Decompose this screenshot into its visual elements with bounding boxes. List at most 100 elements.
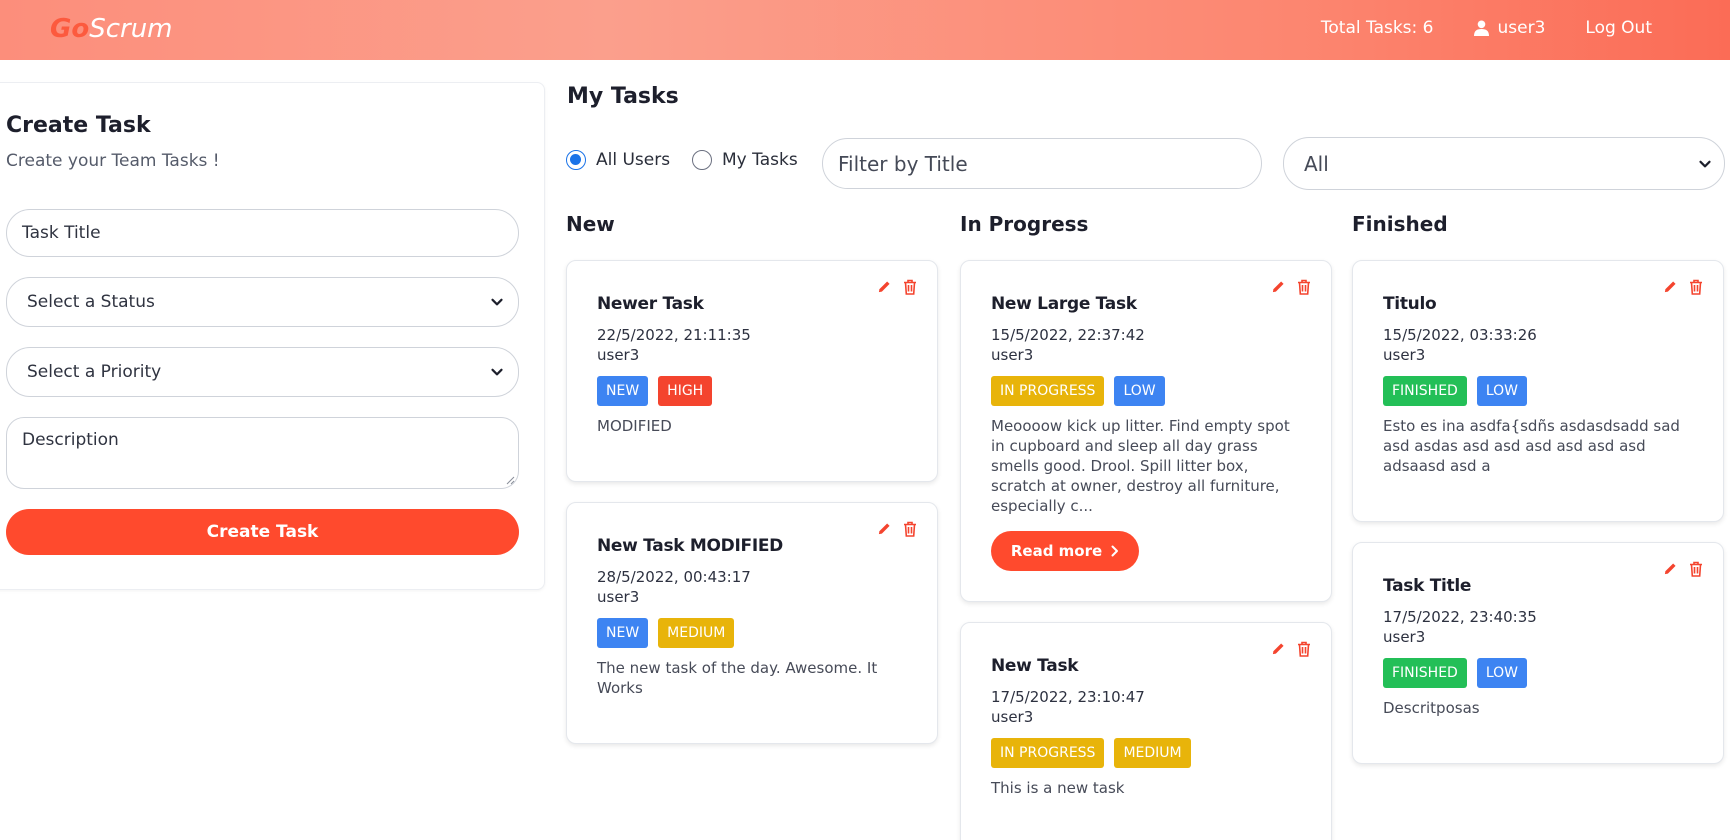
card-user: user3: [1383, 628, 1426, 646]
column-header-finished: Finished: [1352, 212, 1448, 236]
task-card: New Task MODIFIED 28/5/2022, 00:43:17 us…: [566, 502, 938, 744]
read-more-button[interactable]: Read more: [991, 531, 1139, 571]
card-actions: [866, 521, 917, 537]
status-badge: IN PROGRESS: [991, 738, 1105, 768]
pencil-icon[interactable]: [877, 279, 892, 295]
card-description: Esto es ina asdfa{sdñs asdasdsadd sad as…: [1383, 417, 1680, 475]
card-description: This is a new task: [991, 779, 1125, 797]
filter-title-placeholder: Filter by Title: [838, 151, 968, 176]
card-badges: IN PROGRESS MEDIUM: [991, 738, 1201, 768]
card-user: user3: [597, 346, 640, 364]
priority-badge: LOW: [1476, 376, 1527, 406]
priority-badge: MEDIUM: [658, 618, 735, 648]
top-navbar: GoScrum Total Tasks: 6 user3 Log Out: [0, 0, 1730, 60]
status-badge: NEW: [597, 376, 649, 406]
chevron-down-icon: [491, 368, 503, 376]
task-title-placeholder: Task Title: [22, 223, 101, 243]
card-date: 15/5/2022, 22:37:42: [991, 326, 1145, 344]
trash-icon[interactable]: [1297, 641, 1311, 657]
pencil-icon[interactable]: [1271, 279, 1286, 295]
card-date: 15/5/2022, 03:33:26: [1383, 326, 1537, 344]
card-description: The new task of the day. Awesome. It Wor…: [597, 659, 878, 697]
radio-all-users-control[interactable]: [566, 150, 586, 170]
description-placeholder: Description: [22, 430, 119, 450]
task-card: New Large Task 15/5/2022, 22:37:42 user3…: [960, 260, 1332, 602]
status-select-value: Select a Status: [27, 292, 155, 312]
radio-my-tasks-label: My Tasks: [722, 150, 798, 170]
status-badge: NEW: [597, 618, 649, 648]
card-user: user3: [597, 588, 640, 606]
card-date: 17/5/2022, 23:40:35: [1383, 608, 1537, 626]
trash-icon[interactable]: [1689, 279, 1703, 295]
logo-scrum: Scrum: [89, 14, 173, 44]
status-select[interactable]: Select a Status: [6, 277, 519, 327]
pencil-icon[interactable]: [1271, 641, 1286, 657]
card-badges: FINISHED LOW: [1383, 376, 1537, 406]
radio-all-users[interactable]: All Users: [566, 150, 670, 170]
username: user3: [1497, 18, 1546, 38]
card-actions: [1652, 279, 1703, 295]
priority-badge: MEDIUM: [1114, 738, 1191, 768]
create-task-button[interactable]: Create Task: [6, 509, 519, 555]
card-actions: [1652, 561, 1703, 577]
trash-icon[interactable]: [903, 521, 917, 537]
priority-badge: LOW: [1476, 658, 1527, 688]
pencil-icon[interactable]: [877, 521, 892, 537]
current-user: user3: [1473, 18, 1546, 38]
pencil-icon[interactable]: [1663, 279, 1678, 295]
card-user: user3: [1383, 346, 1426, 364]
card-description: Meoooow kick up litter. Find empty spot …: [991, 417, 1290, 515]
filter-title-input[interactable]: Filter by Title: [822, 138, 1262, 189]
card-date: 17/5/2022, 23:10:47: [991, 688, 1145, 706]
trash-icon[interactable]: [1689, 561, 1703, 577]
card-title: Newer Task: [597, 294, 704, 314]
priority-select-value: Select a Priority: [27, 362, 162, 382]
total-tasks-count: Total Tasks: 6: [1320, 18, 1434, 38]
card-title: Titulo: [1383, 294, 1437, 314]
card-date: 22/5/2022, 21:11:35: [597, 326, 751, 344]
resize-grip-icon[interactable]: [505, 475, 515, 485]
radio-my-tasks[interactable]: My Tasks: [692, 150, 798, 170]
task-title-input[interactable]: Task Title: [6, 209, 519, 257]
card-actions: [1260, 279, 1311, 295]
card-user: user3: [991, 708, 1034, 726]
priority-select[interactable]: Select a Priority: [6, 347, 519, 397]
task-card: Task Title 17/5/2022, 23:40:35 user3 FIN…: [1352, 542, 1724, 764]
description-textarea[interactable]: Description: [6, 417, 519, 489]
card-badges: FINISHED LOW: [1383, 658, 1537, 688]
card-description: Descritposas: [1383, 699, 1480, 717]
priority-badge: HIGH: [658, 376, 713, 406]
status-badge: FINISHED: [1383, 658, 1467, 688]
app-logo[interactable]: GoScrum: [50, 14, 173, 44]
card-badges: NEW HIGH: [597, 376, 722, 406]
create-task-heading: Create Task: [6, 113, 151, 138]
chevron-right-icon: [1111, 545, 1119, 557]
priority-filter-select[interactable]: All: [1283, 137, 1725, 190]
task-card: Titulo 15/5/2022, 03:33:26 user3 FINISHE…: [1352, 260, 1724, 522]
create-task-panel: Create Task Create your Team Tasks ! Tas…: [0, 82, 545, 590]
priority-badge: LOW: [1114, 376, 1165, 406]
status-badge: IN PROGRESS: [991, 376, 1105, 406]
logout-link[interactable]: Log Out: [1585, 18, 1652, 38]
task-card: New Task 17/5/2022, 23:10:47 user3 IN PR…: [960, 622, 1332, 840]
card-title: New Task MODIFIED: [597, 536, 783, 556]
radio-my-tasks-control[interactable]: [692, 150, 712, 170]
trash-icon[interactable]: [903, 279, 917, 295]
card-title: Task Title: [1383, 576, 1472, 596]
column-header-in-progress: In Progress: [960, 212, 1089, 236]
create-task-subtitle: Create your Team Tasks !: [6, 151, 220, 171]
card-title: New Large Task: [991, 294, 1137, 314]
chevron-down-icon: [491, 298, 503, 306]
pencil-icon[interactable]: [1663, 561, 1678, 577]
task-card: Newer Task 22/5/2022, 21:11:35 user3 NEW…: [566, 260, 938, 482]
header-right: Total Tasks: 6 user3 Log Out: [1281, 18, 1652, 38]
chevron-down-icon: [1699, 160, 1711, 167]
page-title: My Tasks: [567, 84, 679, 109]
trash-icon[interactable]: [1297, 279, 1311, 295]
status-badge: FINISHED: [1383, 376, 1467, 406]
card-actions: [1260, 641, 1311, 657]
priority-filter-value: All: [1304, 151, 1329, 176]
card-badges: NEW MEDIUM: [597, 618, 744, 648]
card-description: MODIFIED: [597, 417, 672, 435]
read-more-label: Read more: [1010, 542, 1103, 560]
